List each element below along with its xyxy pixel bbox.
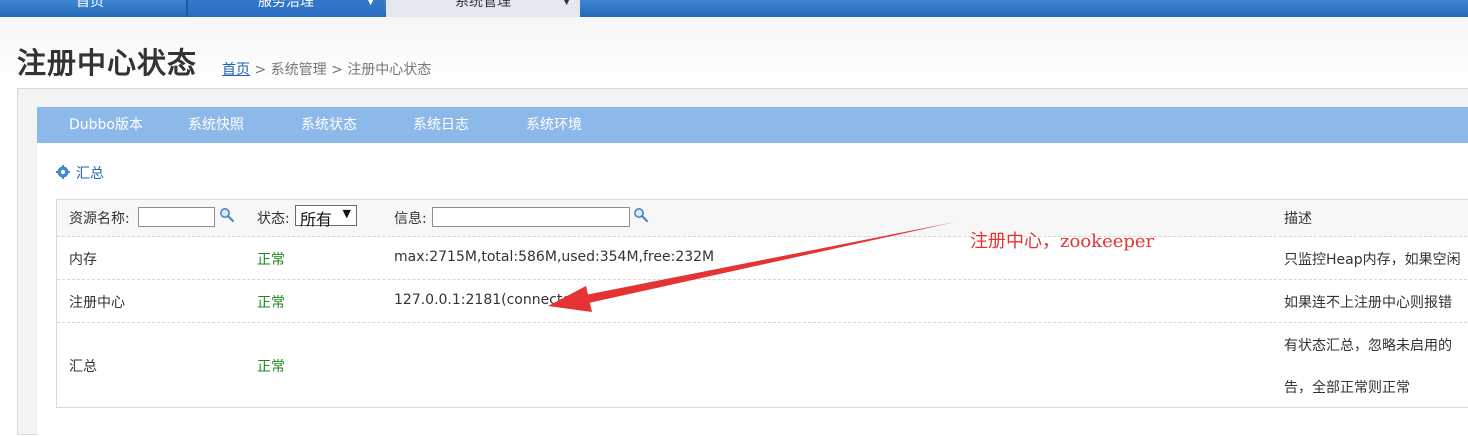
info-filter-input[interactable] xyxy=(432,207,630,227)
table-cell-description: 有状态汇总，忽略未启用的 xyxy=(1284,338,1452,354)
search-icon[interactable] xyxy=(633,207,649,223)
dropdown-caret-icon: ▼ xyxy=(563,0,570,7)
row-divider xyxy=(57,279,1468,280)
dropdown-caret-icon: ▼ xyxy=(367,0,374,7)
table-cell-info: 127.0.0.1:2181(connected) xyxy=(394,292,586,308)
header-background xyxy=(0,17,1468,89)
page-title: 注册中心状态 xyxy=(17,46,198,80)
breadcrumb: 首页 > 系统管理 > 注册中心状态 xyxy=(222,59,431,79)
table-cell-info: max:2715M,total:586M,used:354M,free:232M xyxy=(394,249,715,265)
breadcrumb-separator: > xyxy=(254,62,267,78)
breadcrumb-separator: > xyxy=(331,62,343,78)
table-cell-resource: 内存 xyxy=(69,252,97,268)
table-cell-resource: 注册中心 xyxy=(69,295,125,311)
annotation-label: 注册中心，zookeeper xyxy=(970,231,1155,252)
description-header: 描述 xyxy=(1284,211,1312,227)
table-cell-status: 正常 xyxy=(257,359,285,375)
resource-filter-input[interactable] xyxy=(138,207,215,227)
search-icon[interactable] xyxy=(219,207,235,223)
breadcrumb-home-link[interactable]: 首页 xyxy=(222,62,250,78)
tab-system-log[interactable]: 系统日志 xyxy=(413,107,469,143)
tab-system-snapshot[interactable]: 系统快照 xyxy=(188,107,244,143)
gear-icon xyxy=(56,165,70,179)
info-filter-label: 信息: xyxy=(394,211,427,227)
table-cell-description: 只监控Heap内存，如果空闲 xyxy=(1284,252,1461,268)
table-cell-status: 正常 xyxy=(257,295,285,311)
status-filter-value: 所有 xyxy=(300,210,333,229)
summary-heading: 汇总 xyxy=(56,163,104,183)
top-nav: 首页 服务治理 ▼ 系统管理 ▼ xyxy=(0,0,1468,17)
resource-filter-label: 资源名称: xyxy=(69,211,130,227)
breadcrumb-current: 注册中心状态 xyxy=(347,62,432,78)
nav-item-service-governance[interactable]: 服务治理 ▼ xyxy=(188,0,384,17)
status-filter-select[interactable]: 所有 ▼ xyxy=(295,205,357,229)
table-cell-description: 如果连不上注册中心则报错 xyxy=(1284,295,1452,311)
table-cell-description-line2: 告，全部正常则正常 xyxy=(1284,380,1410,396)
tab-system-status[interactable]: 系统状态 xyxy=(301,107,357,143)
table-cell-status: 正常 xyxy=(257,252,285,268)
breadcrumb-section: 系统管理 xyxy=(270,62,327,78)
tab-dubbo-version[interactable]: Dubbo版本 xyxy=(69,107,143,143)
table-cell-resource: 汇总 xyxy=(69,359,97,375)
nav-item-system-management[interactable]: 系统管理 ▼ xyxy=(386,0,580,17)
sub-tab-bar: Dubbo版本 系统快照 系统状态 系统日志 系统环境 xyxy=(37,107,1468,143)
row-divider xyxy=(57,322,1468,323)
status-filter-label: 状态: xyxy=(257,211,290,227)
dropdown-arrow-icon: ▼ xyxy=(342,207,351,220)
tab-system-environment[interactable]: 系统环境 xyxy=(526,107,582,143)
nav-item-home[interactable]: 首页 xyxy=(30,0,150,17)
summary-label: 汇总 xyxy=(76,166,104,182)
